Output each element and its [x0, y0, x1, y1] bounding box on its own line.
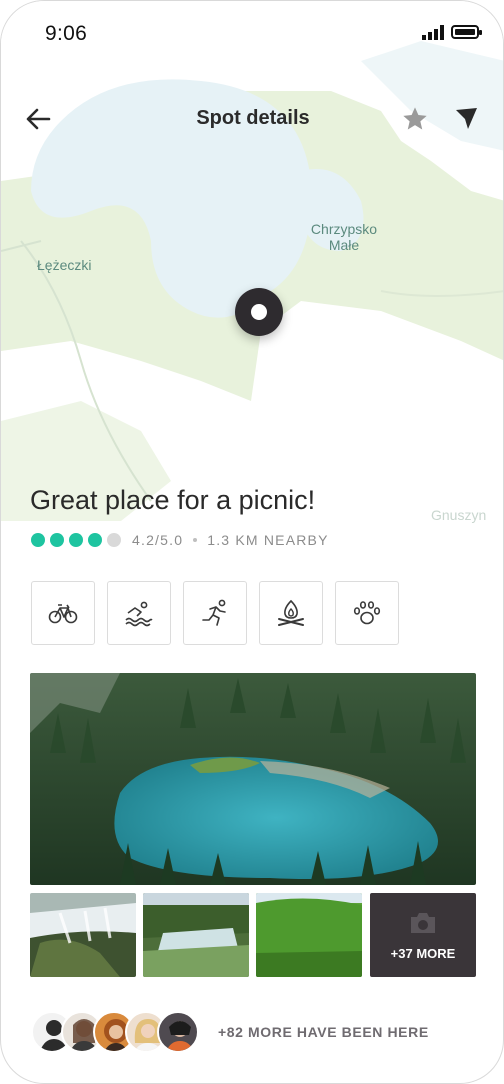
- favorite-star-icon[interactable]: [400, 105, 430, 133]
- signal-icon: [422, 25, 444, 40]
- rating-dot-filled: [31, 533, 45, 547]
- gallery-thumb-hills[interactable]: [256, 893, 362, 977]
- rating-dot-filled: [88, 533, 102, 547]
- avatar: [157, 1011, 199, 1053]
- top-bar: Spot details: [1, 93, 503, 145]
- rating-value: 4.2/5.0: [132, 532, 184, 548]
- amenity-swimming[interactable]: [107, 581, 171, 645]
- map-label-gnuszyn: Gnuszyn: [431, 507, 487, 523]
- amenity-pets[interactable]: [335, 581, 399, 645]
- battery-icon: [451, 25, 482, 39]
- amenity-campfire[interactable]: [259, 581, 323, 645]
- spot-headline: Great place for a picnic!: [30, 485, 316, 515]
- visitors-count-link[interactable]: +82 MORE HAVE BEEN HERE: [218, 1024, 429, 1040]
- status-bar: 9:06: [1, 1, 503, 65]
- map-label-chrzypsko: Chrzypsko Małe: [301, 221, 387, 253]
- rating-dot-filled: [69, 533, 83, 547]
- amenity-biking[interactable]: [31, 581, 95, 645]
- map-label-line1: Chrzypsko: [310, 221, 378, 237]
- gallery-more-label: +37 MORE: [390, 946, 456, 961]
- hero-photo[interactable]: [30, 673, 476, 885]
- camera-icon: [411, 913, 435, 933]
- rating-row: 4.2/5.0 1.3 KM NEARBY: [31, 531, 329, 549]
- campfire-icon: [278, 599, 304, 626]
- gallery-more-button[interactable]: +37 MORE: [370, 893, 476, 977]
- phone-frame: Łężeczki Chrzypsko Małe Gnuszyn 9:06 Spo…: [0, 0, 504, 1084]
- location-pin[interactable]: [235, 288, 283, 336]
- distance-text: 1.3 KM NEARBY: [207, 532, 329, 548]
- swim-icon: [125, 601, 153, 627]
- amenity-running[interactable]: [183, 581, 247, 645]
- separator-dot: [193, 538, 198, 542]
- run-icon: [202, 599, 226, 626]
- gallery-thumb-waterfall[interactable]: [30, 893, 136, 977]
- map-label-lezeczki: Łężeczki: [37, 257, 92, 273]
- paw-icon: [353, 601, 381, 625]
- rating-dot-empty: [107, 533, 121, 547]
- rating-dot-filled: [50, 533, 64, 547]
- map-label-line2: Małe: [328, 237, 360, 253]
- status-time: 9:06: [45, 22, 88, 45]
- navigate-icon[interactable]: [451, 104, 481, 134]
- gallery-thumb-river[interactable]: [143, 893, 249, 977]
- bike-icon: [48, 604, 78, 624]
